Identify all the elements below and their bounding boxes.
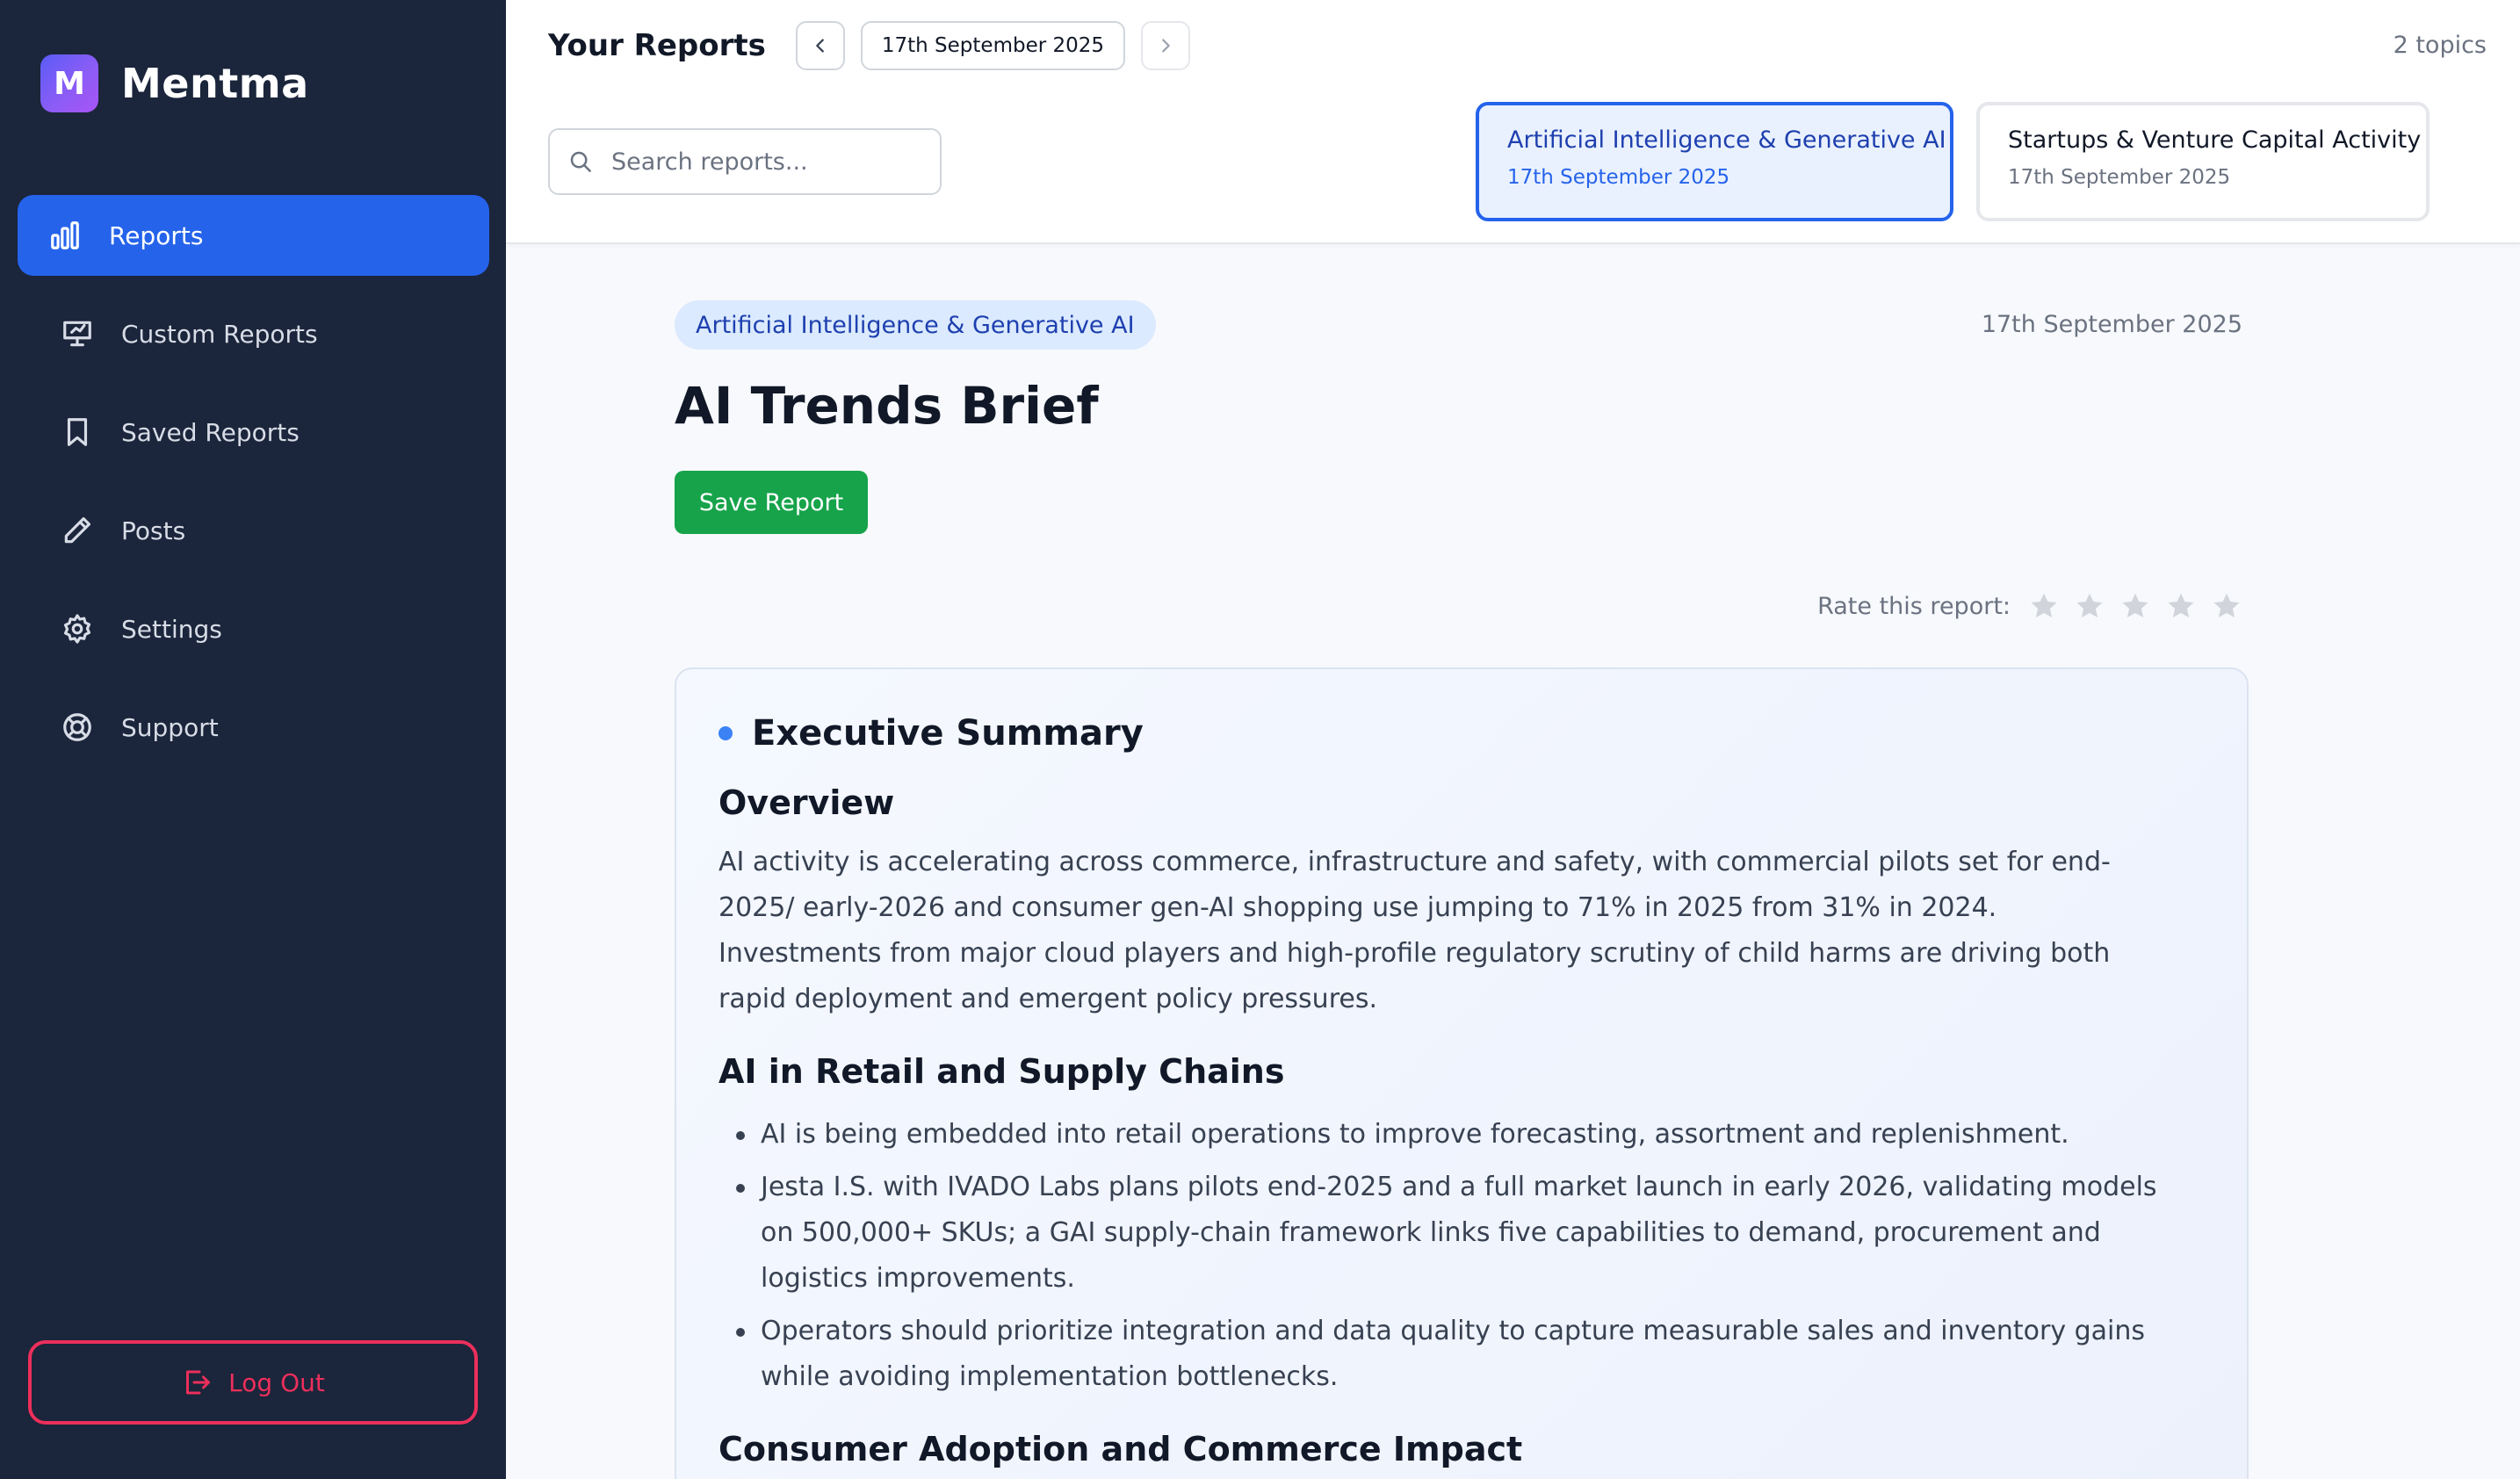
star-icon[interactable] <box>2211 590 2242 622</box>
topic-tab-title: Artificial Intelligence & Generative AI <box>1507 126 1946 154</box>
previous-date-button[interactable] <box>795 21 845 70</box>
section-dot-icon <box>718 726 733 740</box>
sidebar-item-label: Saved Reports <box>121 417 300 447</box>
brand[interactable]: M Mentma <box>40 54 309 112</box>
star-icon[interactable] <box>2074 590 2105 622</box>
pencil-icon <box>60 513 95 548</box>
logout-button[interactable]: Log Out <box>28 1340 478 1425</box>
rating-label: Rate this report: <box>1817 592 2011 620</box>
bar-chart-icon <box>47 218 83 253</box>
search-icon <box>570 151 591 172</box>
report-date: 17th September 2025 <box>1981 311 2242 338</box>
section-title: Executive Summary <box>752 713 1144 754</box>
app-name: Mentma <box>121 60 309 107</box>
section-header: Executive Summary <box>718 713 2205 754</box>
chevron-left-icon <box>816 39 824 53</box>
star-icon[interactable] <box>2028 590 2060 622</box>
list-item: Jesta I.S. with IVADO Labs plans pilots … <box>718 1165 2177 1302</box>
search-input[interactable] <box>611 148 928 176</box>
title-row: Your Reports 17th September 2025 <box>548 21 1191 70</box>
sidebar-nav: Reports Custom Reports Saved Reports Pos… <box>18 195 489 785</box>
report-card: Executive Summary Overview AI activity i… <box>675 667 2249 1479</box>
sidebar-item-posts[interactable]: Posts <box>18 490 489 571</box>
topics-count: 2 topics <box>2393 32 2487 59</box>
topic-badge: Artificial Intelligence & Generative AI <box>675 300 1156 350</box>
sidebar-item-custom-reports[interactable]: Custom Reports <box>18 293 489 374</box>
star-icon[interactable] <box>2119 590 2151 622</box>
chevron-right-icon <box>1162 39 1170 53</box>
topic-tab-date: 17th September 2025 <box>2008 166 2231 189</box>
sidebar-item-support[interactable]: Support <box>18 687 489 768</box>
sidebar-item-saved-reports[interactable]: Saved Reports <box>18 392 489 473</box>
report-title: AI Trends Brief <box>675 376 1099 436</box>
topic-tab-title: Startups & Venture Capital Activity <box>2008 126 2422 154</box>
overview-heading: Overview <box>718 783 895 822</box>
sidebar-item-label: Support <box>121 712 219 742</box>
rating-row: Rate this report: <box>1817 590 2242 622</box>
sidebar-item-label: Custom Reports <box>121 319 318 349</box>
sidebar-item-settings[interactable]: Settings <box>18 588 489 669</box>
sidebar-item-label: Settings <box>121 614 222 644</box>
sidebar-item-label: Posts <box>121 516 186 545</box>
topic-tab-startups[interactable]: Startups & Venture Capital Activity 17th… <box>1976 102 2430 221</box>
save-report-button[interactable]: Save Report <box>675 471 868 534</box>
sidebar-item-label: Reports <box>109 220 204 250</box>
gear-icon <box>60 611 95 646</box>
bookmark-icon <box>60 415 95 450</box>
presentation-icon <box>60 316 95 351</box>
topic-tab-date: 17th September 2025 <box>1507 166 1730 189</box>
list-item: AI is being embedded into retail operati… <box>718 1112 2177 1158</box>
page-title: Your Reports <box>548 28 766 63</box>
star-icon[interactable] <box>2165 590 2197 622</box>
date-selector[interactable]: 17th September 2025 <box>860 21 1126 70</box>
retail-bullet-list: AI is being embedded into retail operati… <box>718 1112 2205 1400</box>
sidebar: M Mentma Reports Custom Reports Saved Re… <box>0 0 506 1479</box>
logout-label: Log Out <box>228 1367 325 1397</box>
overview-paragraph: AI activity is accelerating across comme… <box>718 847 2111 1014</box>
consumer-heading: Consumer Adoption and Commerce Impact <box>718 1430 1523 1468</box>
search-box[interactable] <box>548 128 942 195</box>
next-date-button[interactable] <box>1141 21 1191 70</box>
list-item: Operators should prioritize integration … <box>718 1309 2177 1400</box>
report-view: Artificial Intelligence & Generative AI … <box>506 246 2520 1479</box>
logout-icon <box>186 1370 211 1395</box>
topbar: Your Reports 17th September 2025 2 topic… <box>506 0 2520 244</box>
topic-tab-ai[interactable]: Artificial Intelligence & Generative AI … <box>1476 102 1953 221</box>
retail-heading: AI in Retail and Supply Chains <box>718 1052 1285 1091</box>
lifebuoy-icon <box>60 710 95 745</box>
app-logo: M <box>40 54 98 112</box>
sidebar-item-reports[interactable]: Reports <box>18 195 489 276</box>
